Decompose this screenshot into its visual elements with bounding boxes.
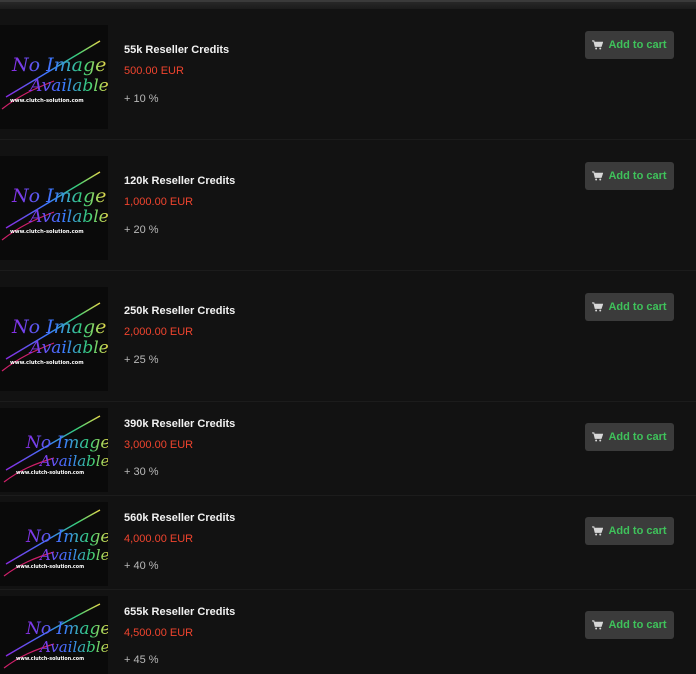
svg-text:Available: Available bbox=[38, 638, 108, 656]
product-price: 4,000.00 EUR bbox=[124, 533, 194, 545]
product-list: No Image Available www.clutch-solution.c… bbox=[0, 9, 696, 674]
product-image[interactable]: No Image Available www.clutch-solution.c… bbox=[0, 25, 108, 129]
product-row: No Image Available www.clutch-solution.c… bbox=[0, 9, 696, 140]
svg-text:www.clutch-solution.com: www.clutch-solution.com bbox=[10, 98, 84, 104]
no-image-placeholder-icon: No Image Available www.clutch-solution.c… bbox=[3, 603, 108, 669]
add-to-cart-button[interactable]: Add to cart bbox=[585, 293, 674, 321]
add-to-cart-button[interactable]: Add to cart bbox=[585, 611, 674, 639]
product-name[interactable]: 55k Reseller Credits bbox=[124, 44, 229, 56]
product-price: 1,000.00 EUR bbox=[124, 196, 194, 208]
product-name[interactable]: 560k Reseller Credits bbox=[124, 512, 235, 524]
product-bonus: + 25 % bbox=[124, 354, 159, 366]
product-row: No Image Available www.clutch-solution.c… bbox=[0, 140, 696, 271]
svg-text:No Image: No Image bbox=[11, 185, 106, 207]
product-row: No Image Available www.clutch-solution.c… bbox=[0, 496, 696, 590]
product-image[interactable]: No Image Available www.clutch-solution.c… bbox=[0, 502, 108, 586]
svg-text:www.clutch-solution.com: www.clutch-solution.com bbox=[10, 229, 84, 235]
svg-text:www.clutch-solution.com: www.clutch-solution.com bbox=[10, 360, 84, 366]
svg-text:No Image: No Image bbox=[25, 527, 108, 547]
product-row: No Image Available www.clutch-solution.c… bbox=[0, 402, 696, 496]
product-bonus: + 20 % bbox=[124, 224, 159, 236]
product-price: 4,500.00 EUR bbox=[124, 627, 194, 639]
svg-text:No Image: No Image bbox=[25, 433, 108, 453]
no-image-placeholder-icon: No Image Available www.clutch-solution.c… bbox=[1, 302, 108, 372]
svg-text:Available: Available bbox=[28, 207, 108, 227]
no-image-placeholder-icon: No Image Available www.clutch-solution.c… bbox=[1, 171, 108, 241]
svg-text:No Image: No Image bbox=[25, 619, 108, 639]
product-image[interactable]: No Image Available www.clutch-solution.c… bbox=[0, 408, 108, 492]
svg-text:Available: Available bbox=[28, 338, 108, 358]
product-bonus: + 45 % bbox=[124, 654, 159, 666]
product-image[interactable]: No Image Available www.clutch-solution.c… bbox=[0, 156, 108, 260]
add-to-cart-label: Add to cart bbox=[608, 619, 667, 631]
product-name[interactable]: 390k Reseller Credits bbox=[124, 418, 235, 430]
product-price: 3,000.00 EUR bbox=[124, 439, 194, 451]
product-bonus: + 40 % bbox=[124, 560, 159, 572]
top-bar-edge bbox=[0, 0, 696, 2]
shopping-cart-icon bbox=[592, 526, 604, 536]
product-image[interactable]: No Image Available www.clutch-solution.c… bbox=[0, 596, 108, 674]
add-to-cart-label: Add to cart bbox=[608, 39, 667, 51]
product-bonus: + 30 % bbox=[124, 466, 159, 478]
add-to-cart-label: Add to cart bbox=[608, 431, 667, 443]
add-to-cart-label: Add to cart bbox=[608, 525, 667, 537]
no-image-placeholder-icon: No Image Available www.clutch-solution.c… bbox=[1, 40, 108, 110]
svg-text:www.clutch-solution.com: www.clutch-solution.com bbox=[16, 656, 84, 662]
shopping-cart-icon bbox=[592, 302, 604, 312]
shopping-cart-icon bbox=[592, 620, 604, 630]
product-image[interactable]: No Image Available www.clutch-solution.c… bbox=[0, 287, 108, 391]
product-bonus: + 10 % bbox=[124, 93, 159, 105]
shopping-cart-icon bbox=[592, 432, 604, 442]
shopping-cart-icon bbox=[592, 171, 604, 181]
product-price: 500.00 EUR bbox=[124, 65, 184, 77]
add-to-cart-button[interactable]: Add to cart bbox=[585, 423, 674, 451]
no-image-placeholder-icon: No Image Available www.clutch-solution.c… bbox=[3, 509, 108, 577]
svg-text:No Image: No Image bbox=[11, 54, 106, 76]
product-name[interactable]: 120k Reseller Credits bbox=[124, 175, 235, 187]
svg-text:No Image: No Image bbox=[11, 316, 106, 338]
product-row: No Image Available www.clutch-solution.c… bbox=[0, 271, 696, 402]
add-to-cart-button[interactable]: Add to cart bbox=[585, 162, 674, 190]
svg-text:Available: Available bbox=[38, 452, 108, 470]
svg-text:www.clutch-solution.com: www.clutch-solution.com bbox=[16, 564, 84, 570]
product-name[interactable]: 250k Reseller Credits bbox=[124, 305, 235, 317]
svg-text:Available: Available bbox=[38, 546, 108, 564]
product-name[interactable]: 655k Reseller Credits bbox=[124, 606, 235, 618]
no-image-placeholder-icon: No Image Available www.clutch-solution.c… bbox=[3, 415, 108, 483]
product-row: No Image Available www.clutch-solution.c… bbox=[0, 590, 696, 674]
svg-text:Available: Available bbox=[28, 76, 108, 96]
add-to-cart-label: Add to cart bbox=[608, 170, 667, 182]
add-to-cart-button[interactable]: Add to cart bbox=[585, 31, 674, 59]
top-bar bbox=[0, 0, 696, 9]
add-to-cart-button[interactable]: Add to cart bbox=[585, 517, 674, 545]
svg-text:www.clutch-solution.com: www.clutch-solution.com bbox=[16, 470, 84, 476]
product-price: 2,000.00 EUR bbox=[124, 326, 194, 338]
add-to-cart-label: Add to cart bbox=[608, 301, 667, 313]
shopping-cart-icon bbox=[592, 40, 604, 50]
